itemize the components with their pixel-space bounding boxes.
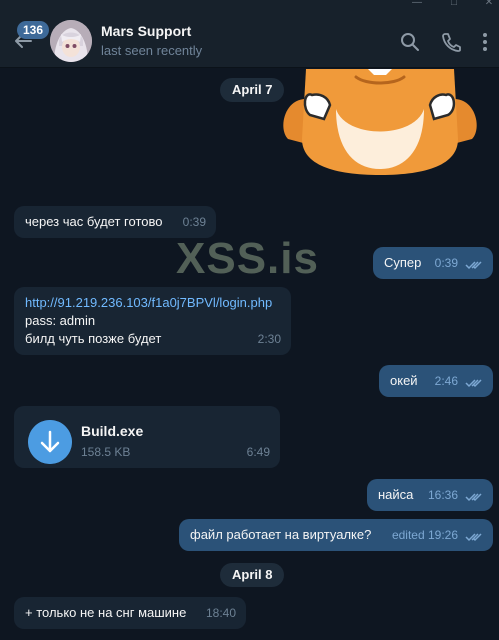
chat-status: last seen recently (101, 43, 203, 58)
read-checkmarks-icon (465, 379, 482, 388)
message-incoming[interactable]: через час будет готово 0:39 (14, 206, 216, 238)
message-time: 0:39 (182, 215, 206, 229)
file-name[interactable]: Build.exe (81, 422, 143, 440)
message-outgoing[interactable]: найса 16:36 (367, 479, 493, 511)
message-incoming[interactable]: + только не на снг машине 18:40 (14, 597, 246, 629)
message-outgoing[interactable]: окей 2:46 (379, 365, 493, 397)
chat-header: 136 Mars Support last seen recently (0, 8, 499, 68)
message-time: 2:46 (434, 374, 458, 388)
message-time: 2:30 (257, 332, 281, 346)
avatar-image (50, 20, 92, 62)
message-text-line: pass: admin (25, 313, 96, 328)
message-time: 18:40 (205, 606, 236, 620)
read-checkmarks-icon (465, 261, 482, 270)
message-text: найса (378, 487, 414, 502)
phone-icon[interactable] (440, 31, 462, 53)
message-list[interactable]: April 7 XSS.is через час будет готово 0:… (0, 69, 499, 640)
message-outgoing[interactable]: файл работает на виртуалке? edited 19:26 (179, 519, 493, 551)
message-text: Супер (384, 255, 422, 270)
read-checkmarks-icon (465, 493, 482, 502)
message-link[interactable]: http://91.219.236.103/f1a0j7BPVl/login.p… (25, 294, 280, 312)
message-text-line: билд чуть позже будет (25, 331, 162, 346)
cat-sticker[interactable] (276, 69, 484, 175)
chat-name[interactable]: Mars Support (101, 23, 191, 39)
message-time: 6:49 (246, 445, 270, 459)
search-icon[interactable] (399, 31, 421, 53)
date-separator: April 8 (220, 563, 285, 587)
download-icon[interactable] (28, 420, 72, 464)
message-text: файл работает на виртуалке? (190, 527, 372, 542)
more-vertical-icon[interactable] (474, 31, 496, 53)
file-message[interactable]: Build.exe 158.5 KB 6:49 (14, 406, 280, 468)
watermark: XSS.is (176, 234, 319, 283)
message-time: edited 19:26 (391, 528, 458, 542)
message-time: 16:36 (427, 488, 458, 502)
message-outgoing[interactable]: Супер 0:39 (373, 247, 493, 279)
message-incoming[interactable]: http://91.219.236.103/f1a0j7BPVl/login.p… (14, 287, 291, 355)
date-separator: April 7 (220, 78, 285, 102)
message-text: окей (390, 373, 418, 388)
message-text: через час будет готово (25, 214, 163, 229)
file-size: 158.5 KB (81, 445, 131, 459)
read-checkmarks-icon (465, 533, 482, 542)
message-time: 0:39 (434, 256, 458, 270)
avatar[interactable] (50, 20, 92, 62)
unread-badge: 136 (17, 21, 50, 39)
message-text: + только не на снг машине (25, 605, 187, 620)
